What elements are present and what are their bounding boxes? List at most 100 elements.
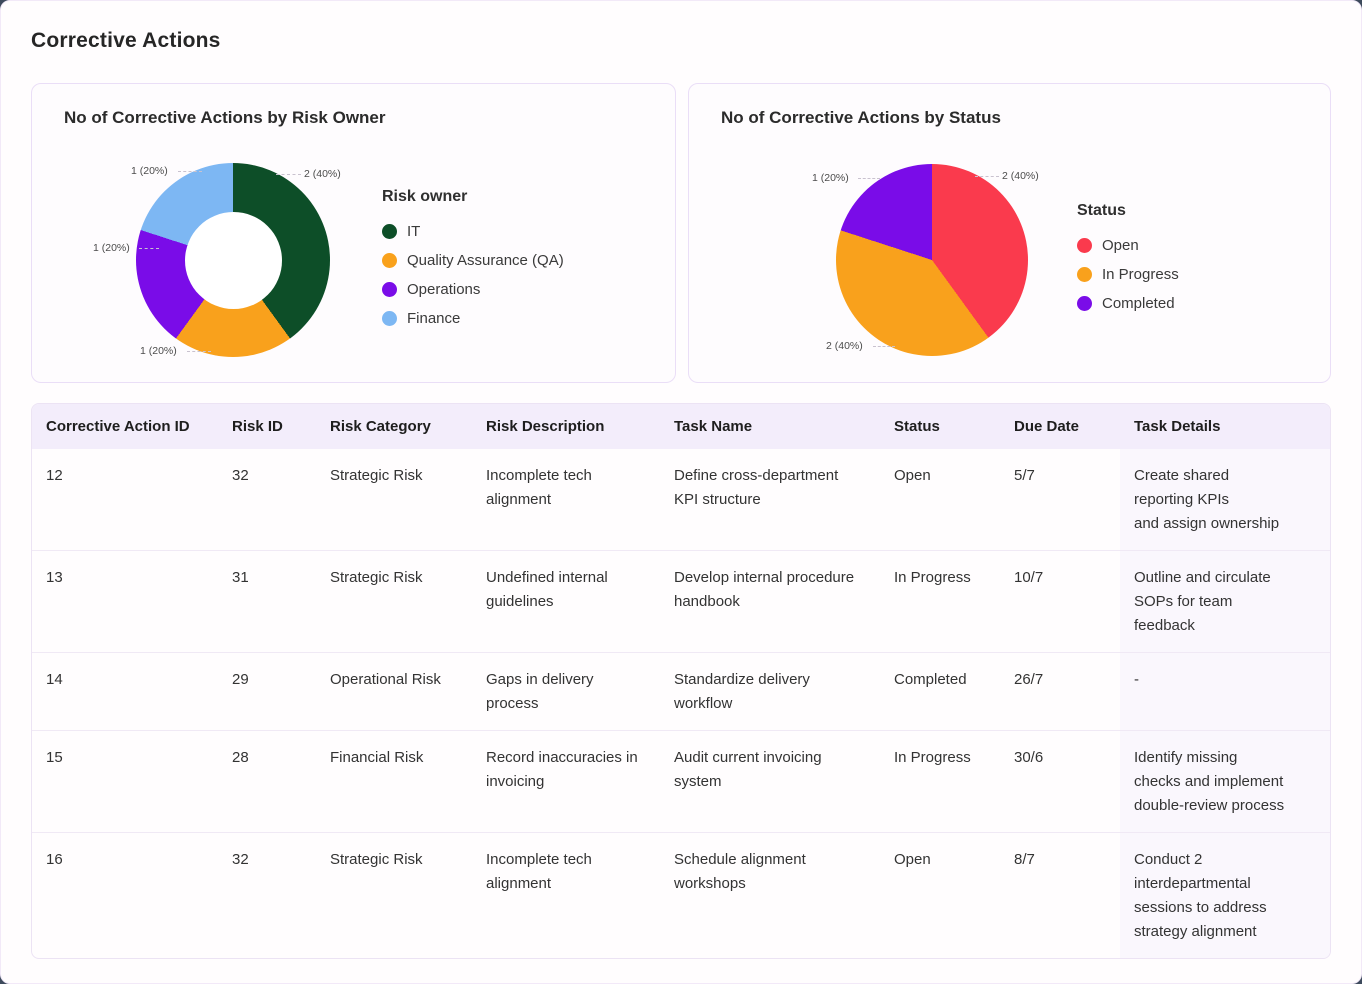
column-header-task-details: Task Details bbox=[1120, 404, 1331, 449]
cell-corrective-action-id: 14 bbox=[32, 653, 218, 730]
cell-risk-id: 32 bbox=[218, 449, 316, 550]
cell-risk-category: Operational Risk bbox=[316, 653, 472, 730]
risk-owner-donut-chart[interactable] bbox=[136, 163, 330, 357]
table-row: 16 32 Strategic Risk Incomplete tech ali… bbox=[32, 832, 1330, 958]
cell-corrective-action-id: 16 bbox=[32, 833, 218, 958]
table-row: 12 32 Strategic Risk Incomplete tech ali… bbox=[32, 449, 1330, 550]
legend-item-finance[interactable]: Finance bbox=[382, 310, 564, 327]
column-header-risk-id: Risk ID bbox=[218, 404, 316, 449]
cell-status: Completed bbox=[880, 653, 1000, 730]
legend-label: Finance bbox=[407, 310, 460, 327]
legend-label: Open bbox=[1102, 237, 1139, 254]
legend-label: Operations bbox=[407, 281, 480, 298]
legend-item-operations[interactable]: Operations bbox=[382, 281, 564, 298]
cell-risk-category: Strategic Risk bbox=[316, 551, 472, 652]
cell-task-name: Develop internal procedure handbook bbox=[660, 551, 880, 652]
legend-swatch-icon bbox=[1077, 267, 1092, 282]
legend-item-open[interactable]: Open bbox=[1077, 237, 1179, 254]
corrective-actions-table: Corrective Action ID Risk ID Risk Catego… bbox=[31, 403, 1331, 959]
cell-risk-id: 28 bbox=[218, 731, 316, 832]
legend-swatch-icon bbox=[382, 311, 397, 326]
cell-risk-description: Incomplete tech alignment bbox=[472, 833, 660, 958]
legend-item-quality-assurance[interactable]: Quality Assurance (QA) bbox=[382, 252, 564, 269]
cell-due-date: 5/7 bbox=[1000, 449, 1120, 550]
legend-item-completed[interactable]: Completed bbox=[1077, 295, 1179, 312]
cell-risk-description: Undefined internal guidelines bbox=[472, 551, 660, 652]
column-header-due-date: Due Date bbox=[1000, 404, 1120, 449]
legend-swatch-icon bbox=[382, 282, 397, 297]
leader-line bbox=[139, 248, 159, 249]
cell-task-name: Standardize delivery workflow bbox=[660, 653, 880, 730]
slice-label-completed: 1 (20%) bbox=[812, 172, 849, 184]
cell-risk-description: Gaps in delivery process bbox=[472, 653, 660, 730]
cell-risk-category: Strategic Risk bbox=[316, 833, 472, 958]
column-header-risk-category: Risk Category bbox=[316, 404, 472, 449]
legend-swatch-icon bbox=[382, 253, 397, 268]
column-header-status: Status bbox=[880, 404, 1000, 449]
slice-label-finance: 1 (20%) bbox=[131, 165, 168, 177]
leader-line bbox=[178, 171, 202, 172]
leader-line bbox=[975, 176, 999, 177]
cell-status: In Progress bbox=[880, 731, 1000, 832]
slice-label-qa: 1 (20%) bbox=[140, 345, 177, 357]
table-row: 15 28 Financial Risk Record inaccuracies… bbox=[32, 730, 1330, 832]
chart-card-status: No of Corrective Actions by Status 2 (40… bbox=[688, 83, 1331, 383]
cell-task-details: Outline and circulate SOPs for team feed… bbox=[1120, 551, 1331, 652]
corrective-actions-panel: Corrective Actions No of Corrective Acti… bbox=[0, 0, 1362, 984]
legend-label: IT bbox=[407, 223, 420, 240]
cell-corrective-action-id: 12 bbox=[32, 449, 218, 550]
cell-due-date: 30/6 bbox=[1000, 731, 1120, 832]
legend-swatch-icon bbox=[382, 224, 397, 239]
legend-label: Quality Assurance (QA) bbox=[407, 252, 564, 269]
chart-title-risk-owner: No of Corrective Actions by Risk Owner bbox=[64, 108, 386, 128]
status-pie-chart[interactable] bbox=[836, 164, 1028, 356]
leader-line bbox=[187, 351, 211, 352]
legend-swatch-icon bbox=[1077, 238, 1092, 253]
legend-item-it[interactable]: IT bbox=[382, 223, 564, 240]
cell-task-details: Identify missing checks and implement do… bbox=[1120, 731, 1331, 832]
cell-due-date: 10/7 bbox=[1000, 551, 1120, 652]
cell-risk-description: Record inaccuracies in invoicing bbox=[472, 731, 660, 832]
cell-task-name: Define cross-department KPI structure bbox=[660, 449, 880, 550]
chart-title-status: No of Corrective Actions by Status bbox=[721, 108, 1001, 128]
cell-task-name: Audit current invoicing system bbox=[660, 731, 880, 832]
cell-status: In Progress bbox=[880, 551, 1000, 652]
cell-task-details: - bbox=[1120, 653, 1331, 730]
leader-line bbox=[858, 178, 880, 179]
cell-task-details: Conduct 2 interdepartmental sessions to … bbox=[1120, 833, 1331, 958]
cell-risk-id: 29 bbox=[218, 653, 316, 730]
cell-risk-description: Incomplete tech alignment bbox=[472, 449, 660, 550]
legend-swatch-icon bbox=[1077, 296, 1092, 311]
slice-label-operations: 1 (20%) bbox=[93, 242, 130, 254]
legend-label: In Progress bbox=[1102, 266, 1179, 283]
cell-task-name: Schedule alignment workshops bbox=[660, 833, 880, 958]
table-row: 13 31 Strategic Risk Undefined internal … bbox=[32, 550, 1330, 652]
legend-item-in-progress[interactable]: In Progress bbox=[1077, 266, 1179, 283]
cell-task-details: Create shared reporting KPIs and assign … bbox=[1120, 449, 1331, 550]
column-header-risk-description: Risk Description bbox=[472, 404, 660, 449]
cell-status: Open bbox=[880, 449, 1000, 550]
cell-corrective-action-id: 15 bbox=[32, 731, 218, 832]
cell-due-date: 8/7 bbox=[1000, 833, 1120, 958]
leader-line bbox=[276, 174, 301, 175]
table-header-row: Corrective Action ID Risk ID Risk Catego… bbox=[32, 404, 1330, 449]
leader-line bbox=[873, 346, 895, 347]
slice-label-it: 2 (40%) bbox=[304, 168, 341, 180]
legend-risk-owner: Risk owner IT Quality Assurance (QA) Ope… bbox=[382, 188, 564, 339]
legend-title-risk-owner: Risk owner bbox=[382, 188, 564, 206]
cell-risk-id: 31 bbox=[218, 551, 316, 652]
legend-status: Status Open In Progress Completed bbox=[1077, 202, 1179, 324]
table-row: 14 29 Operational Risk Gaps in delivery … bbox=[32, 652, 1330, 730]
chart-card-risk-owner: No of Corrective Actions by Risk Owner 2… bbox=[31, 83, 676, 383]
legend-title-status: Status bbox=[1077, 202, 1179, 220]
cell-due-date: 26/7 bbox=[1000, 653, 1120, 730]
page-title: Corrective Actions bbox=[31, 29, 221, 53]
legend-label: Completed bbox=[1102, 295, 1175, 312]
cell-risk-category: Strategic Risk bbox=[316, 449, 472, 550]
slice-label-in-progress: 2 (40%) bbox=[826, 340, 863, 352]
slice-label-open: 2 (40%) bbox=[1002, 170, 1039, 182]
column-header-task-name: Task Name bbox=[660, 404, 880, 449]
cell-risk-id: 32 bbox=[218, 833, 316, 958]
cell-status: Open bbox=[880, 833, 1000, 958]
cell-corrective-action-id: 13 bbox=[32, 551, 218, 652]
